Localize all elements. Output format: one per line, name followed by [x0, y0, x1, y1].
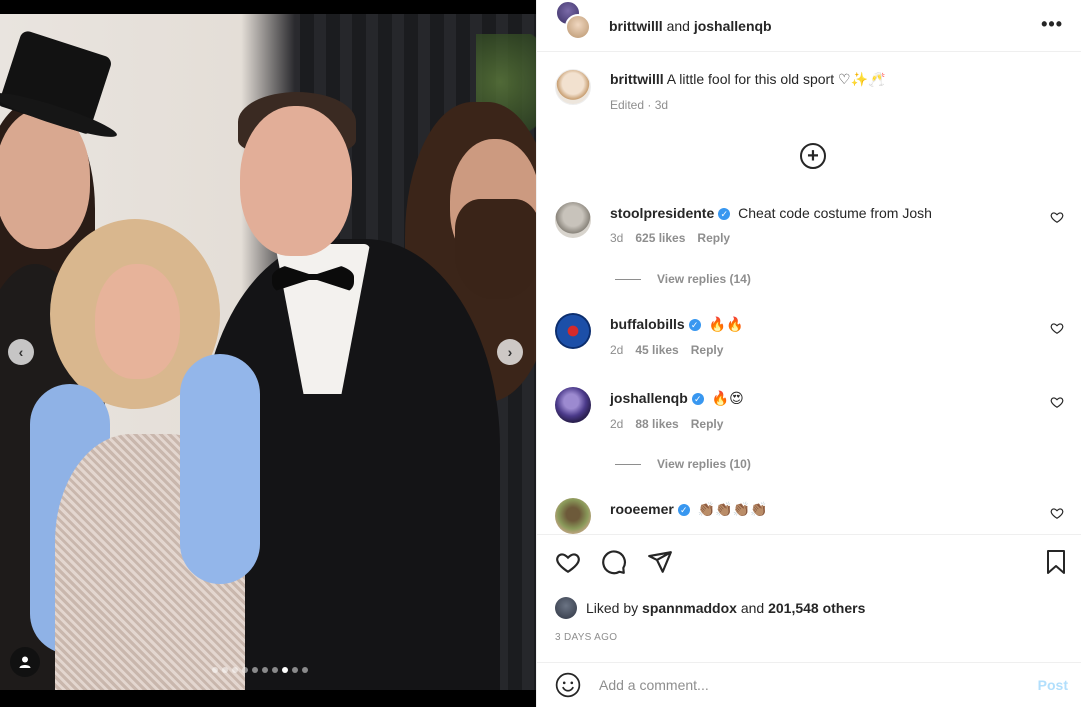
likes-count-link[interactable]: 201,548 others [768, 600, 865, 616]
verified-badge-icon: ✓ [718, 208, 731, 220]
like-comment-heart-icon[interactable] [1050, 395, 1064, 409]
caption-text: A little fool for this old sport [666, 71, 838, 87]
post-authors: brittwilll and joshallenqb [609, 17, 772, 34]
comment-time[interactable]: 3d [610, 231, 623, 245]
comment-input[interactable] [599, 677, 999, 693]
chevron-left-icon: ‹ [18, 344, 24, 360]
comment-username[interactable]: stoolpresidente [610, 205, 714, 221]
emoji-smile-icon[interactable] [555, 672, 581, 698]
plus-circle-icon: + [807, 145, 819, 167]
comment-bubble-icon[interactable] [601, 549, 627, 575]
like-comment-heart-icon[interactable] [1050, 210, 1064, 224]
author-avatars[interactable] [555, 0, 591, 44]
comment-time[interactable]: 2d [610, 343, 623, 357]
view-replies-button[interactable]: View replies (14) [615, 272, 751, 286]
verified-badge-icon: ✓ [688, 319, 701, 331]
comment-likes[interactable]: 88 likes [635, 417, 678, 431]
carousel-dot [252, 667, 258, 673]
user-icon [19, 656, 31, 668]
comment-username[interactable]: buffalobills [610, 316, 685, 332]
more-options-icon[interactable]: ••• [1041, 14, 1063, 35]
comment-text: 👏🏽👏🏽👏🏽👏🏽 [697, 502, 768, 518]
load-more-comments-button[interactable]: + [800, 143, 826, 169]
verified-badge-icon: ✓ [691, 393, 704, 405]
chevron-right-icon: › [507, 344, 513, 360]
carousel-dot [282, 667, 288, 673]
post-actions: Liked by spannmaddox and 201,548 others … [537, 534, 1081, 662]
post-header: brittwilll and joshallenqb ••• [537, 0, 1081, 52]
carousel-prev-button[interactable]: ‹ [8, 339, 34, 365]
carousel-dot [292, 667, 298, 673]
author-link[interactable]: joshallenqb [694, 18, 772, 34]
comment-likes[interactable]: 45 likes [635, 343, 678, 357]
avatar[interactable] [555, 69, 591, 105]
share-send-icon[interactable] [647, 549, 673, 575]
carousel-dot [262, 667, 268, 673]
carousel-dot [272, 667, 278, 673]
comment-likes[interactable]: 625 likes [635, 231, 685, 245]
comment-username[interactable]: rooeemer [610, 501, 674, 517]
comment-text: Cheat code costume from Josh [738, 205, 932, 221]
post-media: ‹ › [0, 0, 536, 707]
edited-label: Edited [610, 98, 645, 112]
reply-button[interactable]: Reply [691, 417, 724, 431]
like-heart-icon[interactable] [555, 549, 581, 575]
carousel-dot [232, 667, 238, 673]
carousel-indicator [212, 667, 308, 673]
comment-item: joshallenqb ✓ 🔥😍 2d 88 likes Reply [555, 387, 1064, 431]
caption-time: 3d [654, 98, 669, 112]
carousel-dot [212, 667, 218, 673]
bookmark-icon[interactable] [1044, 549, 1068, 575]
post-photo [0, 14, 536, 690]
caption-emoji: ♡✨🥂 [838, 72, 886, 88]
reply-button[interactable]: Reply [691, 343, 724, 357]
post-comment-button[interactable]: Post [1038, 677, 1068, 693]
avatar[interactable] [555, 387, 591, 423]
comment-time[interactable]: 2d [610, 417, 623, 431]
post-modal: ‹ › brittwilll and joshallenqb ••• britt… [0, 0, 1081, 707]
post-timestamp[interactable]: 3 DAYS AGO [555, 632, 617, 643]
author-link[interactable]: brittwilll [609, 18, 663, 34]
comments-list: brittwilll A little fool for this old sp… [537, 52, 1081, 534]
comment-text: 🔥🔥 [708, 317, 744, 333]
view-replies-button[interactable]: View replies (10) [615, 457, 751, 471]
avatar[interactable] [555, 202, 591, 238]
comment-item: rooeemer ✓ 👏🏽👏🏽👏🏽👏🏽 [555, 498, 1064, 534]
avatar[interactable] [555, 313, 591, 349]
carousel-dot [222, 667, 228, 673]
comment-item: stoolpresidente ✓ Cheat code costume from… [555, 202, 1064, 245]
carousel-dot [302, 667, 308, 673]
carousel-dot [242, 667, 248, 673]
like-comment-heart-icon[interactable] [1050, 506, 1064, 520]
comment-username[interactable]: joshallenqb [610, 390, 688, 406]
avatar [565, 13, 591, 40]
caption: brittwilll A little fool for this old sp… [555, 69, 885, 112]
liked-by-user-link[interactable]: spannmaddox [642, 600, 737, 616]
add-comment-bar: Post [537, 662, 1081, 707]
likes-summary: Liked by spannmaddox and 201,548 others [555, 597, 865, 619]
post-sidebar: brittwilll and joshallenqb ••• brittwill… [536, 0, 1081, 707]
comment-item: buffalobills ✓ 🔥🔥 2d 45 likes Reply [555, 313, 1064, 357]
avatar[interactable] [555, 498, 591, 534]
comment-text: 🔥😍 [711, 391, 744, 407]
reply-button[interactable]: Reply [697, 231, 730, 245]
avatar[interactable] [555, 597, 577, 619]
tagged-users-button[interactable] [10, 647, 40, 677]
carousel-next-button[interactable]: › [497, 339, 523, 365]
caption-username[interactable]: brittwilll [610, 71, 664, 87]
verified-badge-icon: ✓ [677, 504, 690, 516]
like-comment-heart-icon[interactable] [1050, 321, 1064, 335]
